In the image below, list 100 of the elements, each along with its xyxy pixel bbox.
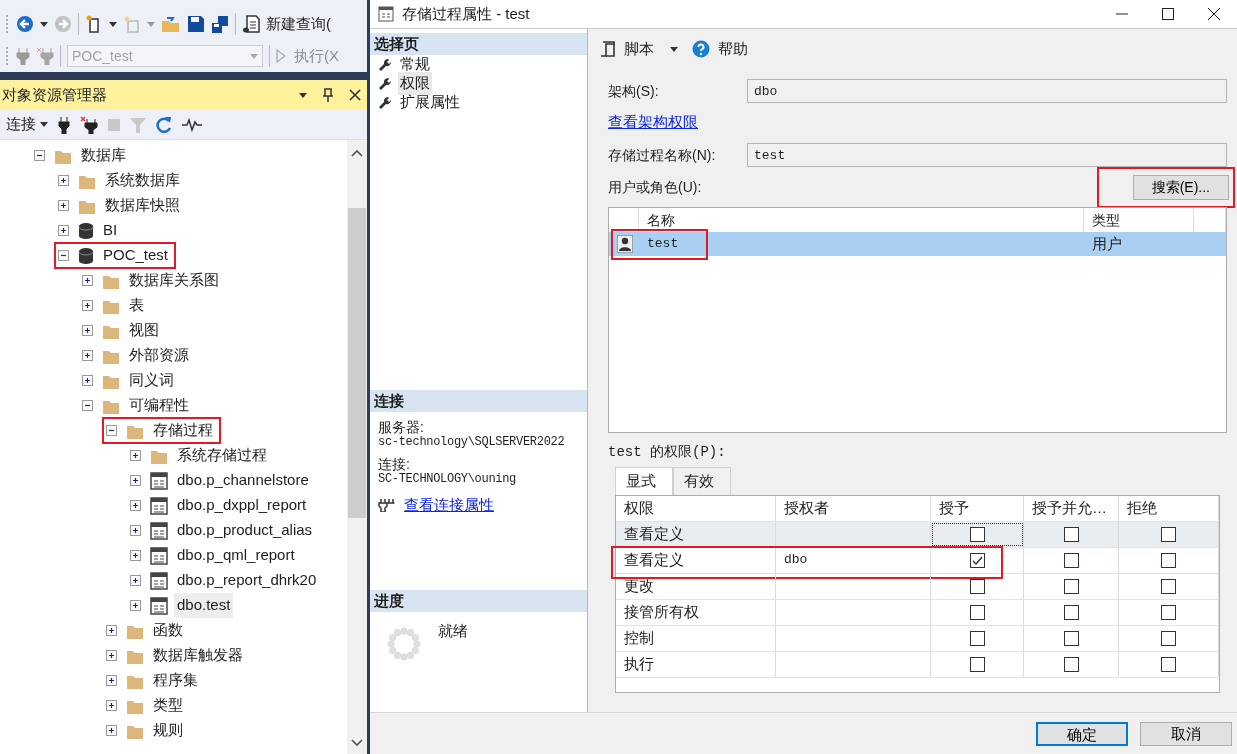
help-button[interactable]: 帮助 [718,37,748,61]
expander-icon[interactable] [82,350,93,361]
tree-item[interactable]: 可编程性 [126,393,192,418]
expander-icon[interactable] [82,375,93,386]
caret-icon[interactable] [109,21,117,27]
scroll-up-icon[interactable] [351,148,363,158]
checkbox[interactable] [969,552,985,568]
procedure-name-field[interactable]: test [747,143,1227,167]
tree-item[interactable]: 表 [126,293,147,318]
checkbox[interactable] [969,604,985,620]
expander-icon[interactable] [130,575,141,586]
tree-item[interactable]: dbo.p_dxppl_report [174,493,310,518]
tree-item[interactable]: 数据库关系图 [126,268,222,293]
scroll-down-icon[interactable] [351,738,363,748]
tree-item[interactable]: 视图 [126,318,162,343]
tree-item[interactable]: 数据库触发器 [150,643,246,668]
expander-icon[interactable] [82,325,93,336]
expander-icon[interactable] [58,175,69,186]
expander-icon[interactable] [130,550,141,561]
expander-icon[interactable] [58,225,69,236]
expander-icon[interactable] [106,625,117,636]
open-folder-icon[interactable] [161,15,181,33]
dialog-button[interactable]: 确定 [1036,721,1128,746]
checkbox[interactable] [1063,578,1079,594]
tree-item[interactable]: 数据库快照 [102,193,183,218]
tab[interactable]: 显式 [615,467,673,495]
checkbox[interactable] [1063,526,1079,542]
tab[interactable]: 有效 [673,467,731,495]
expander-icon[interactable] [130,525,141,536]
expander-icon[interactable] [106,725,117,736]
checkbox[interactable] [1063,656,1079,672]
tree-item[interactable]: BI [100,218,121,243]
pin-icon[interactable] [323,88,333,102]
refresh-icon[interactable] [156,115,172,134]
selected-row[interactable]: 查看定义 [616,521,1219,548]
tree-item[interactable]: 同义词 [126,368,177,393]
caret-icon[interactable] [299,92,307,98]
expander-icon[interactable] [106,650,117,661]
caret-icon[interactable] [40,122,48,127]
expander-icon[interactable] [130,500,141,511]
save-icon[interactable] [187,15,205,33]
expander-icon[interactable] [82,300,93,311]
expander-icon[interactable] [82,275,93,286]
script-icon[interactable] [600,40,616,58]
checkbox[interactable] [1161,526,1176,542]
page-item[interactable]: 权限 [398,72,432,95]
back-icon[interactable] [16,15,34,33]
schema-permissions-link[interactable]: 查看架构权限 [608,113,698,130]
checkbox[interactable] [1063,630,1079,646]
expander-icon[interactable] [106,700,117,711]
search-button[interactable]: 搜索(E)... [1132,174,1229,200]
scrollbar-thumb[interactable] [348,208,366,518]
expander-icon[interactable] [130,600,141,611]
expander-icon[interactable] [106,425,117,436]
connect-button[interactable]: 连接 [6,113,48,136]
checkbox[interactable] [969,526,985,542]
tree-item[interactable]: dbo.p_channelstore [174,468,312,493]
expander-icon[interactable] [34,150,45,161]
save-all-icon[interactable] [211,15,229,33]
close-icon[interactable] [349,89,361,101]
tree-item[interactable]: 函数 [150,618,186,643]
new-query-button[interactable]: 新建查询( [266,12,331,36]
script-button[interactable]: 脚本 [624,37,654,61]
caret-icon[interactable] [40,21,48,27]
checkbox[interactable] [1063,604,1079,620]
expander-icon[interactable] [130,450,141,461]
plug-icon[interactable] [58,115,70,134]
caret-icon[interactable] [670,47,678,53]
tree-item[interactable]: dbo.p_product_alias [174,518,316,543]
help-icon[interactable] [692,40,710,58]
checkbox[interactable] [969,630,985,646]
tree-item[interactable]: 程序集 [150,668,201,693]
tree-item[interactable]: dbo.test [174,593,234,618]
tree-item[interactable]: 系统存储过程 [174,443,270,468]
expander-icon[interactable] [58,250,69,261]
expander-icon[interactable] [106,675,117,686]
tree-item[interactable]: dbo.p_report_dhrk20 [174,568,320,593]
tree-item[interactable]: 外部资源 [126,343,192,368]
dialog-button[interactable]: 取消 [1140,721,1232,746]
expander-icon[interactable] [130,475,141,486]
connection-properties-link[interactable]: 查看连接属性 [404,494,494,517]
checkbox[interactable] [1161,604,1176,620]
checkbox[interactable] [1161,552,1176,568]
tree-item[interactable]: 存储过程 [150,418,216,443]
tree-item[interactable]: 系统数据库 [102,168,183,193]
checkbox[interactable] [969,656,985,672]
tree-item[interactable]: dbo.p_qml_report [174,543,298,568]
disconnect-plug-icon[interactable] [80,115,98,134]
checkbox[interactable] [1161,630,1176,646]
tree-item[interactable]: POC_test [100,243,172,268]
expander-icon[interactable] [82,400,93,411]
activity-monitor-icon[interactable] [182,117,202,132]
checkbox[interactable] [1161,578,1176,594]
tree-item[interactable]: 类型 [150,693,186,718]
tree-item[interactable]: 数据库 [78,143,129,168]
schema-field[interactable]: dbo [747,79,1227,103]
new-query-icon[interactable] [242,15,260,33]
expander-icon[interactable] [58,200,69,211]
tree-item[interactable]: 规则 [150,718,186,743]
checkbox[interactable] [1161,656,1176,672]
